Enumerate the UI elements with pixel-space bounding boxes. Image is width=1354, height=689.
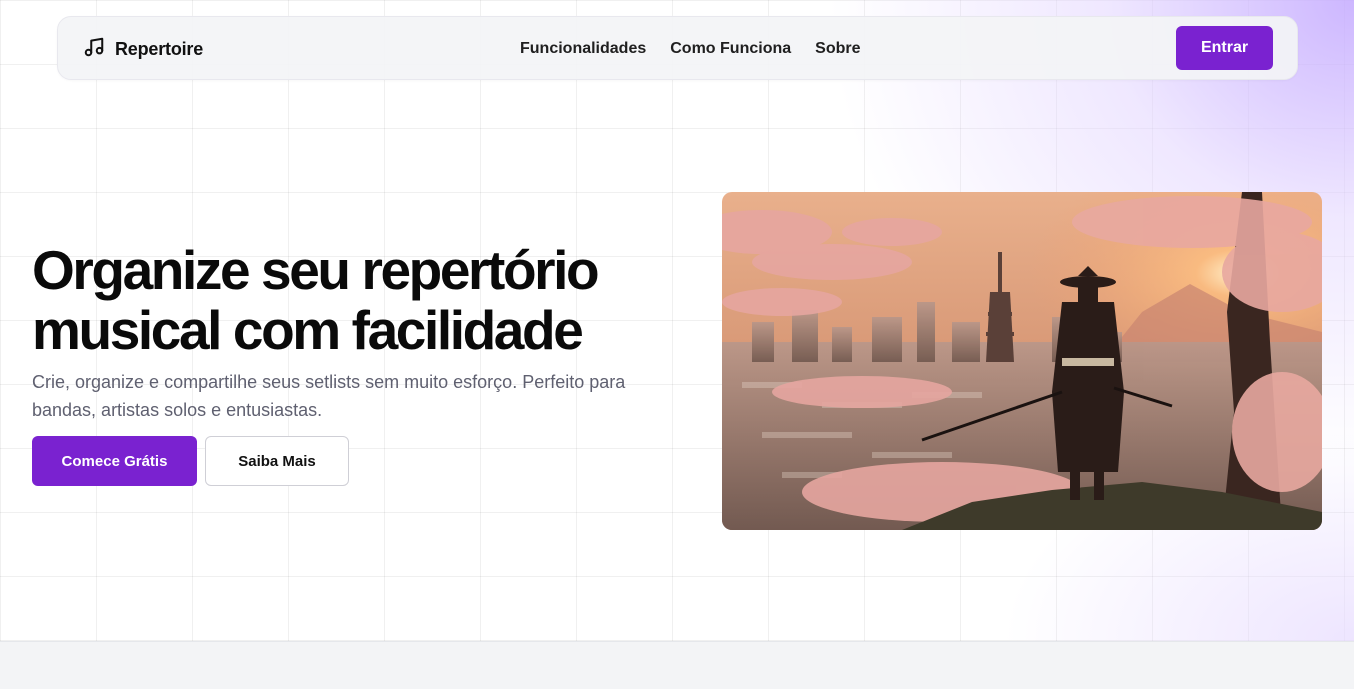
hero-image [722, 192, 1322, 530]
nav-link-funcionalidades[interactable]: Funcionalidades [520, 40, 646, 58]
start-free-button[interactable]: Comece Grátis [32, 436, 197, 486]
top-navbar: Repertoire Funcionalidades Como Funciona… [57, 16, 1298, 80]
learn-more-button[interactable]: Saiba Mais [205, 436, 349, 486]
next-section-strip [0, 641, 1354, 689]
hero-subtitle: Crie, organize e compartilhe seus setlis… [32, 372, 626, 420]
nav-link-como-funciona[interactable]: Como Funciona [670, 40, 791, 58]
headline-line-1: Organize seu repertório [32, 239, 600, 301]
samurai-illustration [722, 192, 1322, 530]
hero-headline: Organize seu repertório musical com faci… [32, 240, 672, 360]
nav-links: Funcionalidades Como Funciona Sobre [520, 17, 860, 81]
brand-name: Repertoire [115, 38, 204, 59]
headline-line-2: musical com facilidade [32, 299, 584, 361]
nav-link-sobre[interactable]: Sobre [815, 40, 860, 58]
brand-logo[interactable]: Repertoire [83, 17, 203, 81]
music-note-icon [83, 36, 105, 63]
login-button[interactable]: Entrar [1176, 26, 1273, 70]
